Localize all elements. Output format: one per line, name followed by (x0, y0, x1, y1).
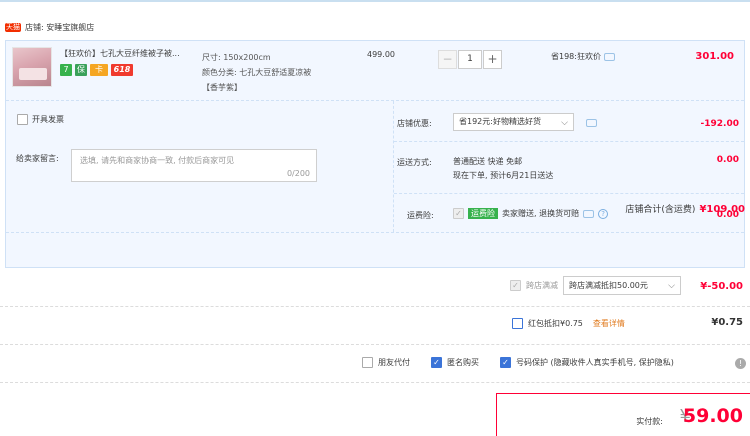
cross-store-select[interactable]: 跨店满减抵扣50.00元 ⌵ (563, 276, 681, 295)
sku-size: 尺寸: 150x200cm (202, 53, 271, 62)
order-item-row: 【狂欢价】七孔大豆纤维被子被... 7 保 卡 618 尺寸: 150x200c… (6, 41, 744, 101)
checkout-page: 天猫 店铺: 安睡宝旗舰店 【狂欢价】七孔大豆纤维被子被... 7 保 卡 61… (0, 0, 750, 436)
store-coupon-select[interactable]: 省192元:好物精选好货 ⌵ (453, 113, 574, 131)
friend-pay-checkbox[interactable] (362, 357, 373, 368)
shipping-label: 运送方式: (397, 158, 432, 167)
quantity-input[interactable]: 1 (458, 50, 482, 69)
number-protect-checkbox[interactable]: ✓ (500, 357, 511, 368)
guarantee-icon[interactable]: 保 (75, 64, 87, 76)
chevron-down-icon: ⌵ (561, 118, 568, 128)
chat-icon[interactable] (603, 52, 615, 61)
red-packet-detail-link[interactable]: 查看详情 (593, 318, 625, 329)
cross-store-label: 跨店满减 (526, 281, 558, 290)
store-coupon-label: 店铺优惠: (397, 119, 432, 128)
message-label: 给卖家留言: (16, 154, 59, 163)
seven-day-return-icon[interactable]: 7 (60, 64, 72, 76)
invoice-option[interactable]: 开具发票 (17, 114, 64, 125)
invoice-label: 开具发票 (32, 115, 64, 124)
column-divider (393, 101, 394, 232)
payment-divider (0, 382, 750, 383)
invoice-checkbox[interactable] (17, 114, 28, 125)
quantity-stepper: − 1 + (438, 50, 502, 69)
insurance-text: 卖家赠送, 退换货可赔 (502, 209, 580, 218)
product-thumbnail[interactable] (12, 47, 52, 87)
insurance-option: ✓ 运费险 卖家赠送, 退换货可赔 ? (453, 208, 609, 219)
tmall-badge-icon: 天猫 (5, 22, 21, 32)
cross-store-amount: ¥-50.00 (700, 281, 743, 292)
message-input[interactable]: 选填, 请先和商家协商一致, 付款后商家可见 0/200 (71, 149, 317, 182)
shipping-method: 普通配送 快递 免邮 (453, 157, 523, 166)
top-divider (0, 0, 750, 2)
cross-store-checkbox: ✓ (510, 280, 521, 291)
insurance-chat-icon[interactable] (583, 209, 595, 218)
cross-store-value: 跨店满减抵扣50.00元 (569, 281, 648, 290)
chevron-down-icon: ⌵ (668, 281, 675, 291)
increase-quantity-button[interactable]: + (483, 50, 502, 69)
red-packet-option: 红包抵扣¥0.75 查看详情 (512, 318, 625, 329)
shipping-amount: 0.00 (716, 155, 739, 165)
store-header: 天猫 店铺: 安睡宝旗舰店 (0, 16, 750, 38)
shipping-info: 普通配送 快递 免邮 现在下单, 预计6月21日送达 (453, 155, 553, 183)
info-icon[interactable]: ! (735, 358, 746, 369)
service-tags: 7 保 卡 618 (60, 64, 133, 76)
product-sku: 尺寸: 150x200cm 颜色分类: 七孔大豆舒适夏凉被 【香芋紫】 (202, 50, 311, 95)
total-divider (6, 232, 744, 233)
anonymous-option[interactable]: ✓ 匿名购买 (431, 357, 479, 368)
sku-color-detail: 【香芋紫】 (202, 83, 242, 92)
promotion-text: 省198:狂欢价 (551, 52, 601, 61)
coupon-amount: -192.00 (700, 119, 739, 129)
order-panel: 【狂欢价】七孔大豆纤维被子被... 7 保 卡 618 尺寸: 150x200c… (5, 40, 745, 268)
anonymous-label: 匿名购买 (447, 358, 479, 367)
card-pay-icon[interactable]: 卡 (90, 64, 108, 76)
insurance-badge: 运费险 (468, 208, 498, 219)
red-packet-label: 红包抵扣¥0.75 (528, 319, 583, 328)
message-placeholder: 选填, 请先和商家协商一致, 付款后商家可见 (80, 156, 235, 165)
message-char-count: 0/200 (286, 169, 310, 178)
options-divider (0, 344, 750, 345)
order-options: 朋友代付 ✓ 匿名购买 ✓ 号码保护 (隐藏收件人真实手机号, 保护隐私) (362, 357, 674, 368)
payment-label: 实付款: (636, 417, 663, 426)
red-packet-amount: ¥0.75 (711, 317, 743, 328)
item-promotion: 省198:狂欢价 (551, 51, 615, 62)
store-total-value: ¥109.00 (699, 204, 745, 215)
decrease-quantity-button[interactable]: − (438, 50, 457, 69)
sku-color: 颜色分类: 七孔大豆舒适夏凉被 (202, 68, 312, 77)
store-coupon-value: 省192元:好物精选好货 (459, 117, 541, 126)
red-packet-checkbox[interactable] (512, 318, 523, 329)
product-title[interactable]: 【狂欢价】七孔大豆纤维被子被... (60, 48, 200, 59)
item-divider (6, 100, 744, 101)
shipping-eta: 现在下单, 预计6月21日送达 (453, 171, 554, 180)
friend-pay-option[interactable]: 朋友代付 (362, 357, 410, 368)
unit-price: 499.00 (367, 50, 395, 59)
anonymous-checkbox[interactable]: ✓ (431, 357, 442, 368)
shipping-divider (394, 193, 744, 194)
store-total-label: 店铺合计(含运费) (625, 205, 696, 215)
promo-618-icon: 618 (111, 64, 133, 76)
insurance-checkbox: ✓ (453, 208, 464, 219)
cross-store-divider (0, 306, 750, 307)
coupon-divider (394, 141, 744, 142)
insurance-label: 运费险: (407, 211, 434, 220)
store-name-link[interactable]: 店铺: 安睡宝旗舰店 (25, 22, 94, 33)
store-total: 店铺合计(含运费) ¥109.00 (625, 202, 745, 215)
number-protect-option[interactable]: ✓ 号码保护 (隐藏收件人真实手机号, 保护隐私) (500, 357, 674, 368)
friend-pay-label: 朋友代付 (378, 358, 410, 367)
coupon-chat-icon[interactable] (586, 119, 597, 127)
cross-store-discount: ✓ 跨店满减 跨店满减抵扣50.00元 ⌵ (510, 276, 681, 295)
payment-summary: 实付款: ¥ 59.00 (496, 393, 750, 436)
payment-total: 59.00 (682, 405, 743, 427)
item-subtotal: 301.00 (695, 51, 734, 62)
number-protect-label: 号码保护 (隐藏收件人真实手机号, 保护隐私) (516, 358, 674, 367)
help-icon[interactable]: ? (598, 208, 609, 219)
